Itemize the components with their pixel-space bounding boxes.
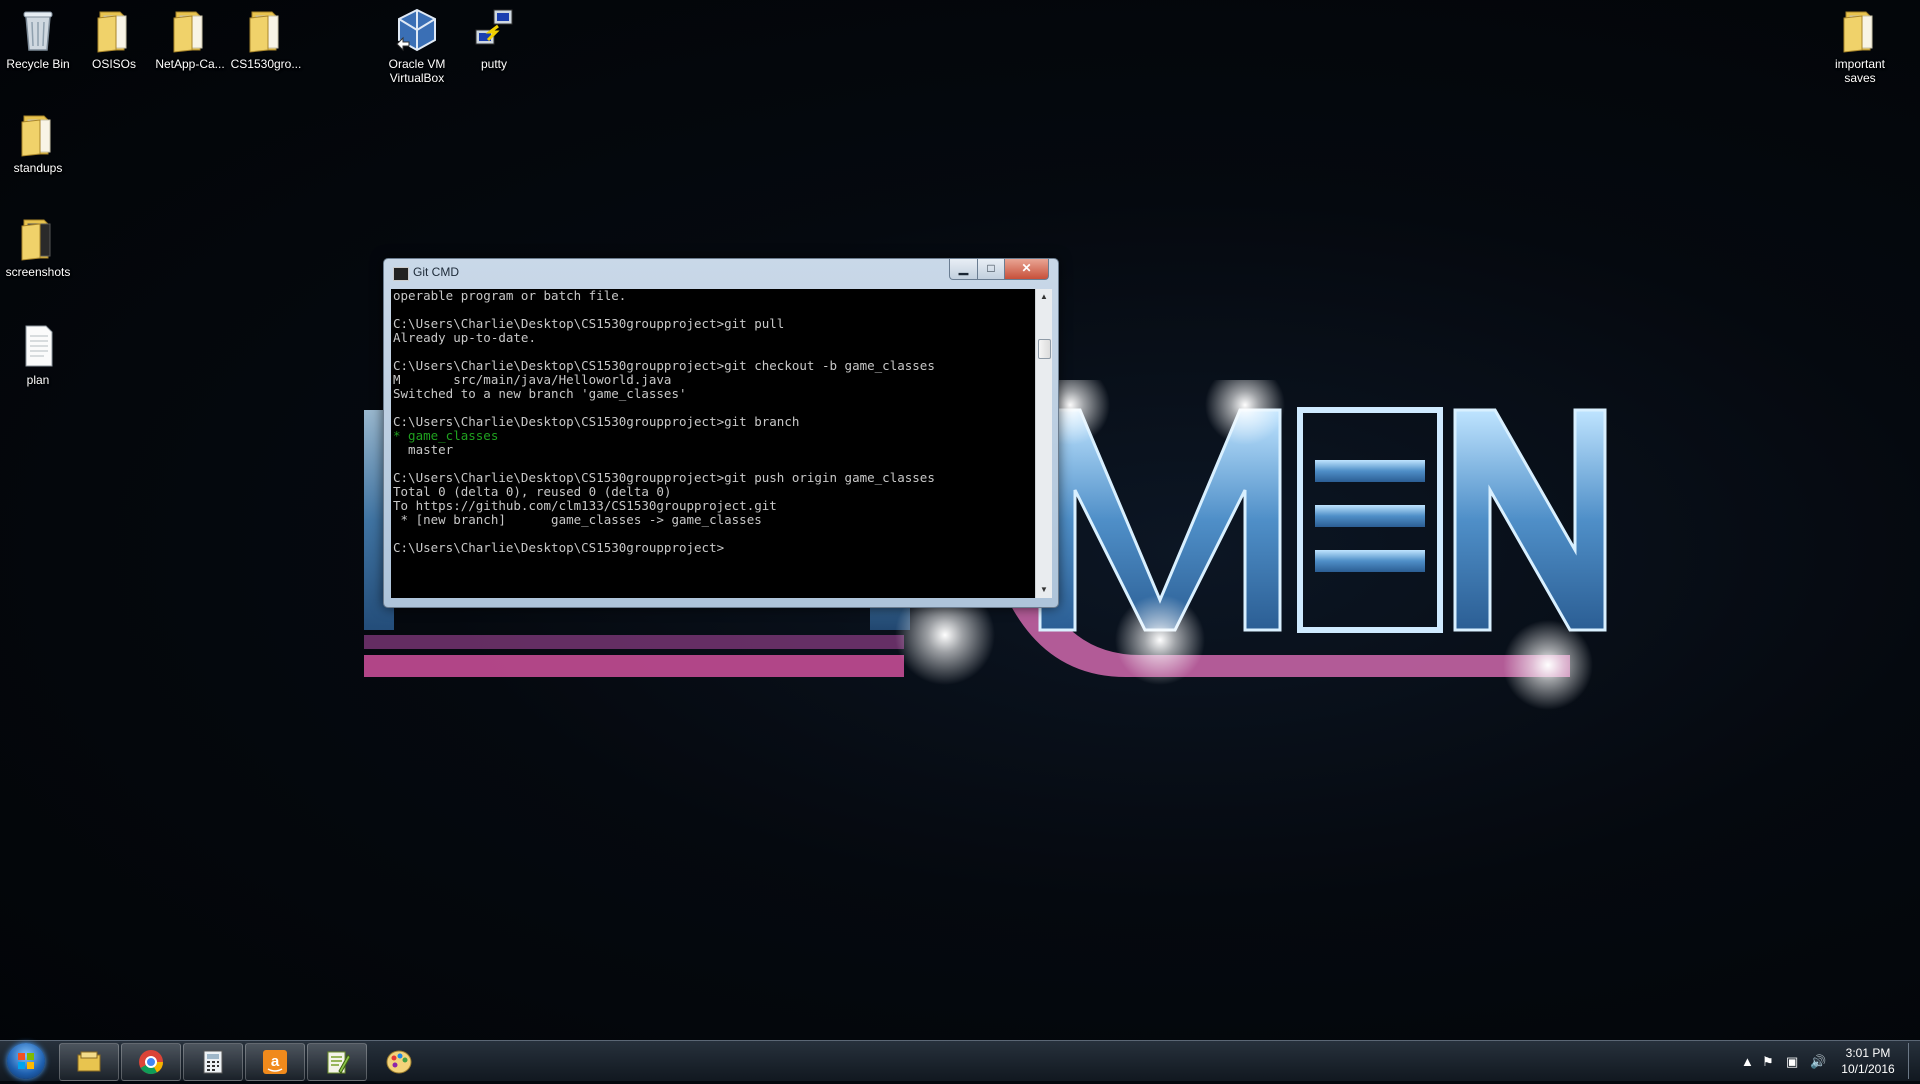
notepad-plus-plus-icon — [327, 1051, 350, 1074]
console-line: master — [393, 442, 454, 457]
calculator-icon — [203, 1050, 223, 1074]
folder-icon — [21, 115, 51, 157]
desktop-icon-label: Recycle Bin — [6, 57, 70, 71]
amazon-icon: a — [263, 1050, 287, 1074]
console-line: Switched to a new branch 'game_classes' — [393, 386, 687, 401]
desktop-icon-standups[interactable]: standups — [0, 110, 77, 175]
close-button[interactable]: ✕ — [1004, 259, 1049, 280]
desktop-icon-osisos[interactable]: OSISOs — [75, 6, 153, 71]
scroll-down-arrow-icon[interactable]: ▼ — [1036, 582, 1052, 598]
desktop-icon-label: plan — [26, 373, 50, 387]
desktop-icon-netapp[interactable]: NetApp-Ca... — [151, 6, 229, 71]
network-icon[interactable]: ▣ — [1786, 1054, 1798, 1070]
console-output[interactable]: operable program or batch file. C:\Users… — [391, 289, 1035, 598]
desktop-icon-label: CS1530gro... — [230, 57, 302, 71]
show-hidden-icons-icon[interactable]: ▲ — [1741, 1054, 1754, 1069]
maximize-button[interactable]: □ — [977, 259, 1005, 280]
desktop-icon-label: important saves — [1834, 57, 1886, 85]
taskbar-paint[interactable] — [369, 1043, 429, 1081]
desktop-icon-label: Oracle VM VirtualBox — [388, 57, 446, 85]
taskbar-chrome[interactable] — [121, 1043, 181, 1081]
desktop-icon-cs1530[interactable]: CS1530gro... — [227, 6, 305, 71]
folder-icon — [1843, 11, 1873, 53]
desktop-icon-label: NetApp-Ca... — [155, 57, 225, 71]
taskbar-notepad-plus-plus[interactable] — [307, 1043, 367, 1081]
minimize-icon: ▁ — [958, 261, 969, 275]
file-explorer-icon — [77, 1051, 101, 1072]
virtualbox-icon — [396, 8, 436, 52]
putty-icon — [475, 9, 513, 45]
window-titlebar[interactable]: Git CMD ▁ □ ✕ — [384, 259, 1058, 287]
paint-palette-icon — [386, 1050, 412, 1074]
console-line: operable program or batch file. — [393, 289, 627, 303]
taskbar-file-explorer[interactable] — [59, 1043, 119, 1081]
desktop-icon-screenshots[interactable]: screenshots — [0, 214, 77, 279]
console-line: C:\Users\Charlie\Desktop\CS1530groupproj… — [393, 316, 785, 331]
console-line: C:\Users\Charlie\Desktop\CS1530groupproj… — [393, 358, 935, 373]
console-prompt[interactable]: C:\Users\Charlie\Desktop\CS1530groupproj… — [391, 541, 1035, 555]
folder-icon — [21, 219, 51, 261]
desktop-icon-label: screenshots — [5, 265, 71, 279]
console-line: C:\Users\Charlie\Desktop\CS1530groupproj… — [393, 470, 935, 485]
close-icon: ✕ — [1021, 261, 1032, 275]
text-file-icon — [25, 325, 53, 367]
desktop-icon-recycle-bin[interactable]: Recycle Bin — [0, 6, 77, 71]
desktop-icon-label: putty — [480, 57, 507, 71]
console-line: * [new branch] game_classes -> game_clas… — [393, 512, 762, 527]
desktop-icon-important-saves[interactable]: important saves — [1821, 6, 1899, 85]
desktop-icon-plan[interactable]: plan — [0, 322, 77, 387]
svg-text:a: a — [271, 1053, 280, 1070]
recycle-bin-icon — [23, 11, 53, 51]
console-line: Total 0 (delta 0), reused 0 (delta 0) — [393, 484, 672, 499]
chrome-icon — [139, 1050, 163, 1075]
scrollbar-thumb[interactable] — [1038, 339, 1051, 359]
volume-icon[interactable]: 🔊 — [1810, 1054, 1826, 1070]
folder-icon — [97, 11, 127, 53]
taskbar-amazon[interactable]: a — [245, 1043, 305, 1081]
scroll-up-arrow-icon[interactable]: ▲ — [1036, 289, 1052, 305]
desktop-icon-label: OSISOs — [91, 57, 136, 71]
vertical-scrollbar[interactable]: ▲ ▼ — [1035, 289, 1052, 598]
minimize-button[interactable]: ▁ — [949, 259, 978, 280]
folder-icon — [249, 11, 279, 53]
console-line: C:\Users\Charlie\Desktop\CS1530groupproj… — [393, 414, 800, 429]
console-line: Already up-to-date. — [393, 330, 536, 345]
clock-time: 3:01 PM — [1845, 1046, 1891, 1060]
clock-date: 10/1/2016 — [1841, 1062, 1895, 1076]
console-line: To https://github.com/clm133/CS1530group… — [393, 498, 777, 513]
git-cmd-window[interactable]: Git CMD ▁ □ ✕ operable program or batch … — [383, 258, 1059, 608]
taskbar: a ▲ ⚑ ▣ 🔊 3:01 PM 10/1/2016 — [0, 1040, 1920, 1081]
console-line: M src/main/java/Helloworld.java — [393, 372, 672, 387]
show-desktop-button[interactable] — [1908, 1043, 1919, 1079]
console-line-current-branch: * game_classes — [393, 428, 499, 443]
action-center-flag-icon[interactable]: ⚑ — [1762, 1054, 1774, 1070]
system-clock[interactable]: 3:01 PM 10/1/2016 — [1828, 1045, 1908, 1077]
window-title: Git CMD — [413, 265, 459, 279]
desktop-icon-virtualbox[interactable]: Oracle VM VirtualBox — [378, 6, 456, 85]
start-button[interactable] — [7, 1043, 45, 1079]
desktop-icon-label: standups — [13, 161, 63, 175]
desktop: Recycle Bin OSISOs NetApp-Ca... CS1530gr… — [0, 0, 1920, 1040]
taskbar-calculator[interactable] — [183, 1043, 243, 1081]
desktop-icon-putty[interactable]: putty — [455, 6, 533, 71]
maximize-icon: □ — [987, 261, 995, 275]
console-app-icon — [393, 267, 409, 281]
folder-icon — [173, 11, 203, 53]
windows-logo-icon — [18, 1053, 34, 1069]
